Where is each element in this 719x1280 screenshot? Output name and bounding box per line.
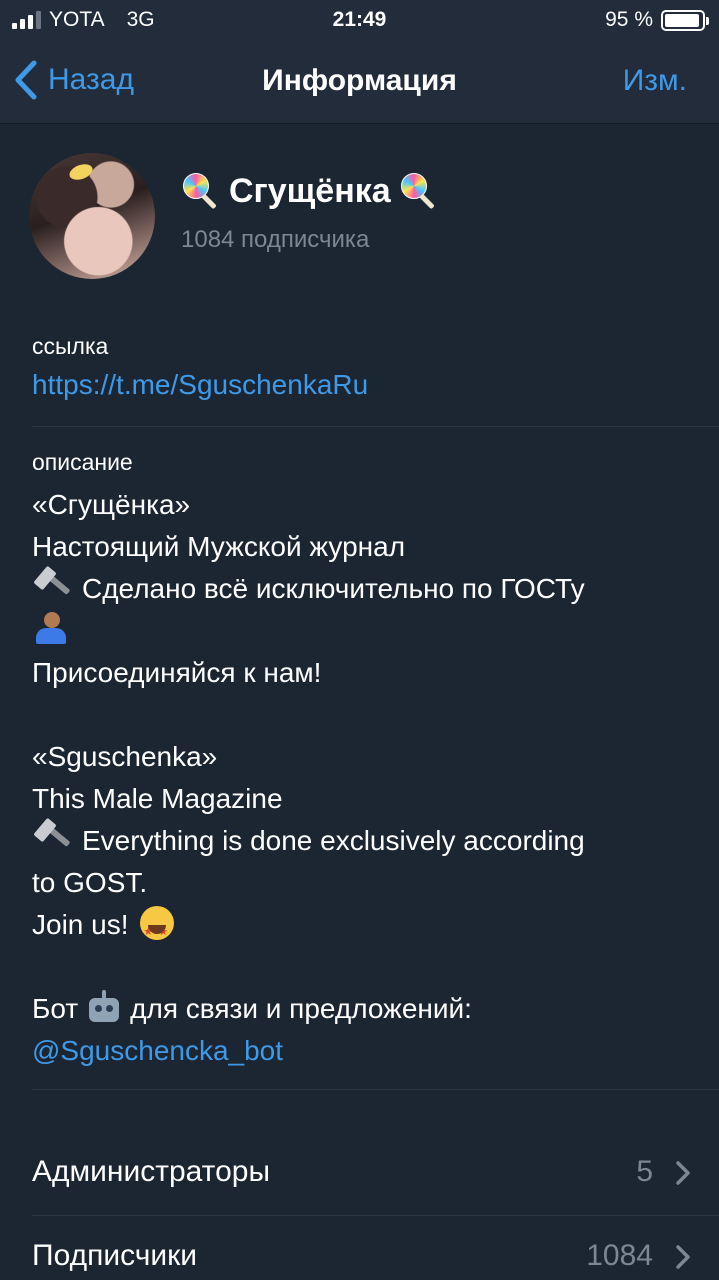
row-label: Администраторы [32,1155,271,1188]
back-label: Назад [48,63,134,96]
bot-link[interactable]: @Sguschencka_bot [32,1035,283,1066]
channel-name: Сгущёнка [181,171,439,211]
channel-avatar[interactable] [29,153,155,279]
link-label: ссылка [32,333,109,359]
description-line: to GOST. [32,867,148,898]
description-line: «Sguschenka» [32,741,218,772]
man-tipping-hand-icon [32,610,72,646]
channel-description: «Сгущёнка» Настоящий Мужской журнал Сдел… [32,484,692,1072]
description-line [32,610,692,652]
description-label: описание [32,449,133,475]
row-subscribers[interactable]: Подписчики 1084 [0,1215,719,1280]
description-line: «Сгущёнка» [32,489,191,520]
description-line: Join us! [32,904,692,953]
divider [32,426,719,427]
channel-name-text: Сгущёнка [229,171,391,210]
divider [32,1089,719,1090]
hammer-icon [32,565,72,604]
description-line: Бот для связи и предложений: [32,988,692,1030]
row-administrators[interactable]: Администраторы 5 [0,1131,719,1215]
row-value: 5 [636,1155,653,1188]
row-value: 1084 [586,1239,653,1272]
description-line: Настоящий Мужской журнал [32,531,406,562]
channel-info-screen: YOTA 3G 21:49 95 % Назад Информация Изм.… [0,0,719,1280]
lollipop-icon [181,171,221,211]
chevron-left-icon [15,60,37,100]
description-line: Everything is done exclusively according [32,817,692,862]
edit-button[interactable]: Изм. [623,64,687,98]
chevron-right-icon [676,1161,690,1185]
description-line: Присоединяйся к нам! [32,657,322,688]
channel-link[interactable]: https://t.me/SguschenkaRu [32,369,368,401]
description-line: This Male Magazine [32,783,283,814]
battery-icon [661,9,709,31]
row-label: Подписчики [32,1239,198,1272]
hammer-icon [32,817,72,856]
star-struck-face-icon [140,906,175,953]
navigation-bar: Назад Информация Изм. [0,40,719,124]
chevron-right-icon [676,1245,690,1269]
description-line: Сделано всё исключительно по ГОСТу [32,565,692,610]
robot-icon [86,990,122,1024]
status-bar: YOTA 3G 21:49 95 % [0,0,719,40]
back-button[interactable]: Назад [14,60,134,100]
subscriber-count: 1084 подписчика [181,226,370,253]
battery-percent: 95 % [605,8,653,31]
lollipop-icon [399,171,439,211]
